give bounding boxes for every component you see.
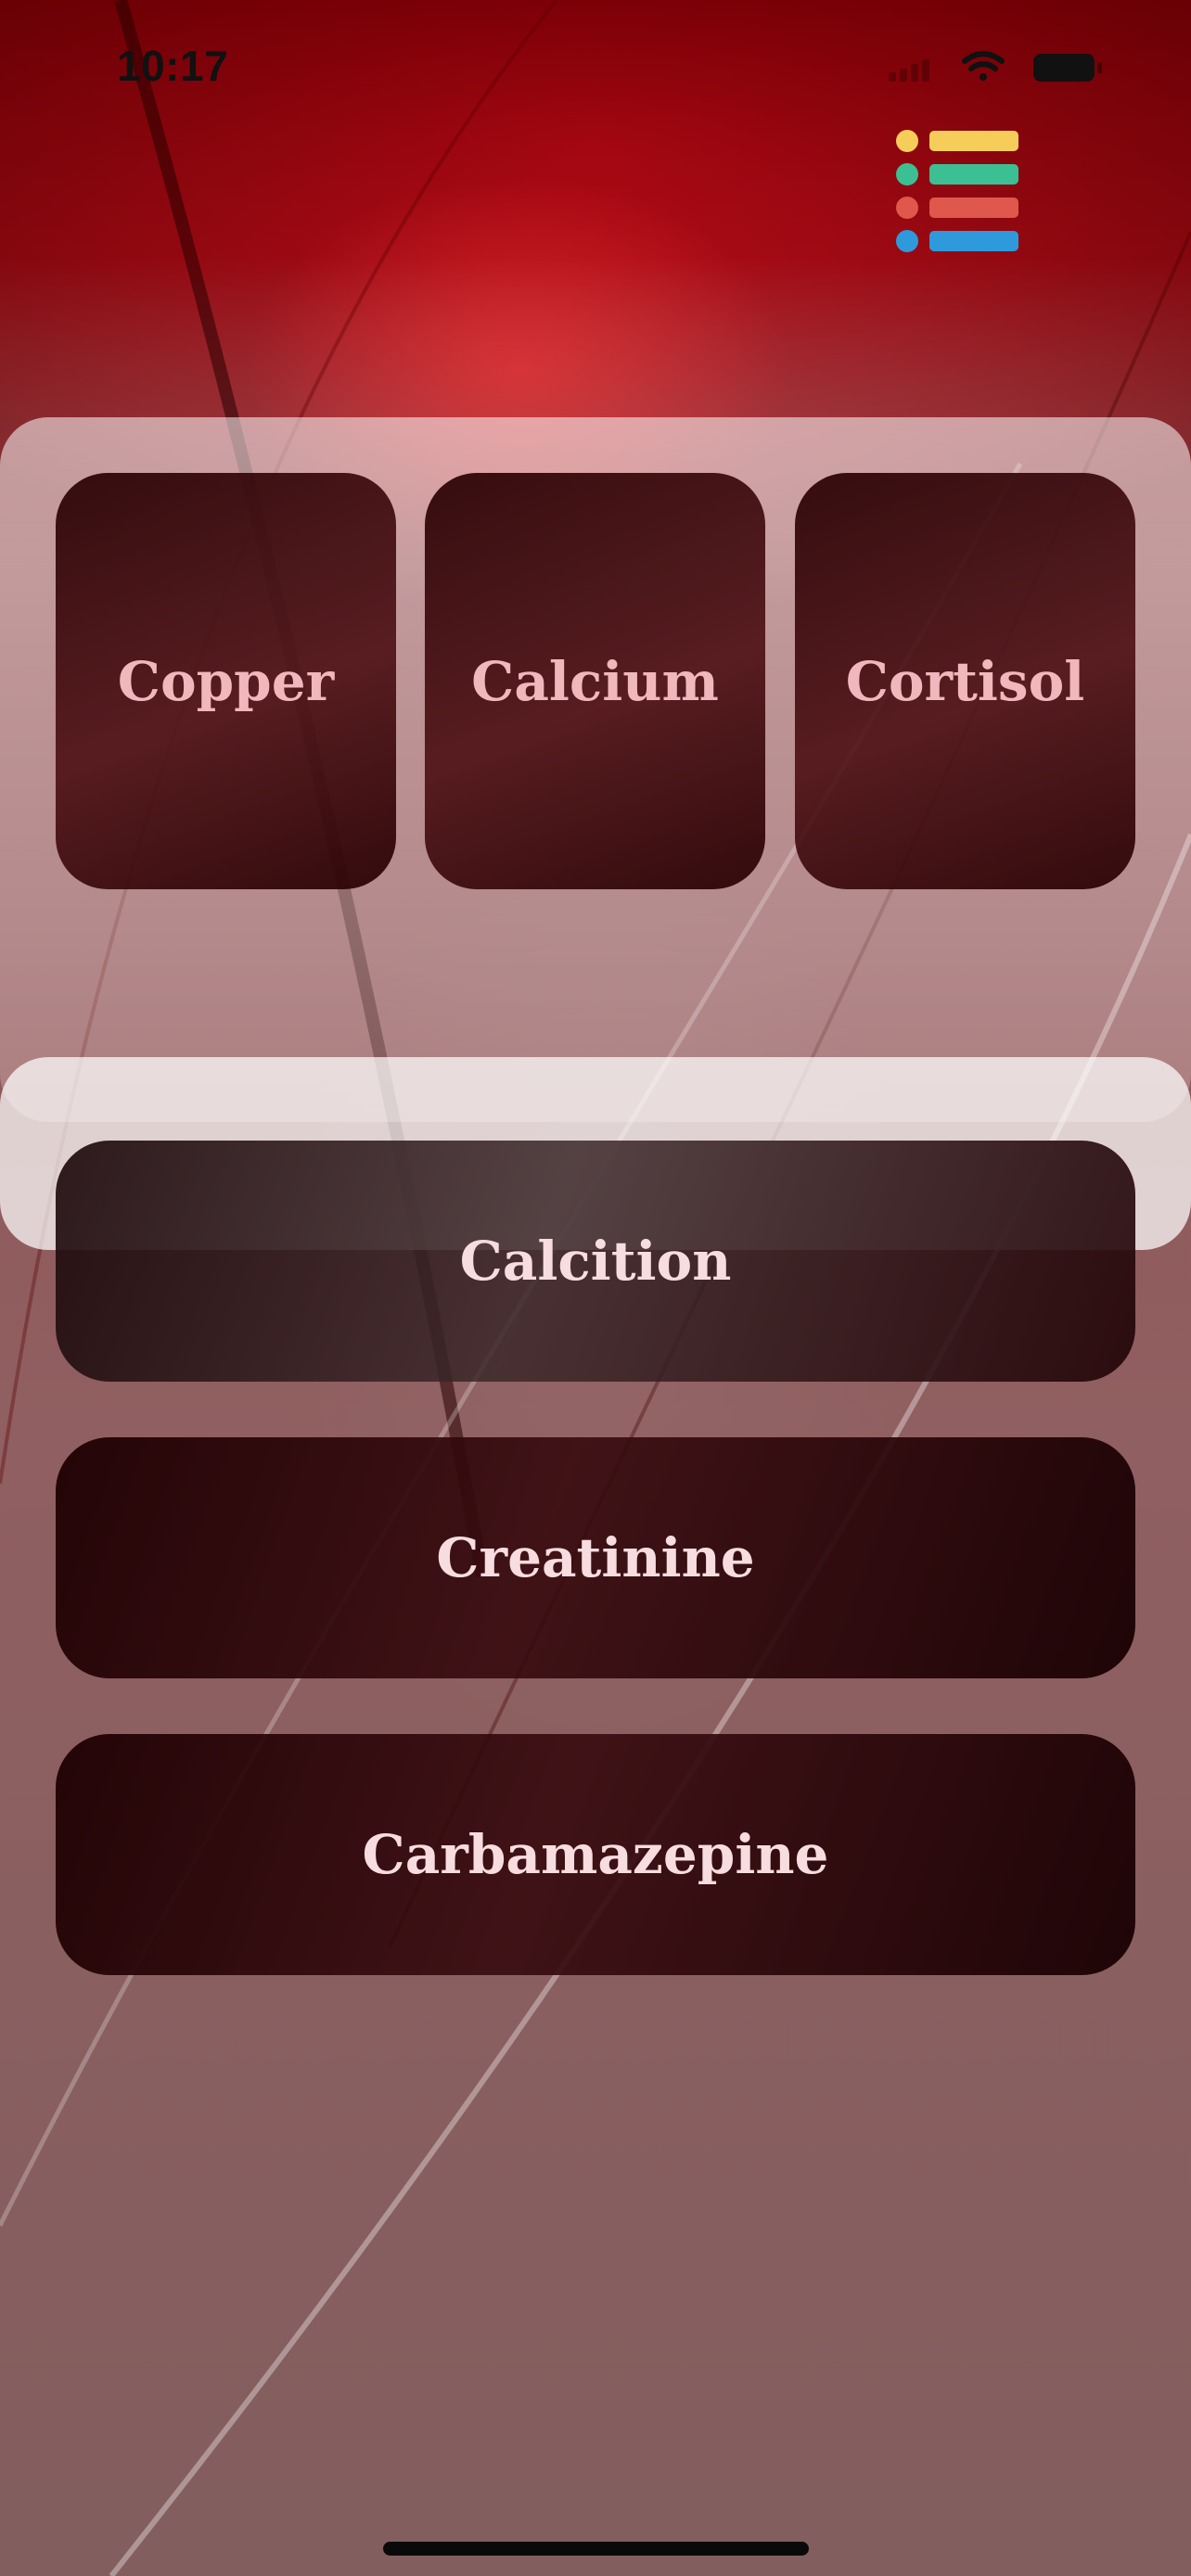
status-time: 10:17 xyxy=(117,42,229,90)
cellular-signal-icon xyxy=(889,59,929,82)
tile-label: Calcium xyxy=(471,649,719,713)
status-bar: 10:17 xyxy=(0,0,1191,130)
tile-label: Copper xyxy=(117,649,335,713)
tile-copper[interactable]: Copper xyxy=(56,473,396,889)
status-icons xyxy=(889,51,1102,82)
tile-label: Cortisol xyxy=(845,649,1085,713)
battery-icon xyxy=(1033,54,1102,82)
list-item-label: Creatinine xyxy=(436,1526,755,1589)
wifi-icon xyxy=(962,51,1005,81)
list-item-label: Carbamazepine xyxy=(362,1823,829,1886)
list-item-creatinine[interactable]: Creatinine xyxy=(56,1437,1135,1678)
tile-cortisol[interactable]: Cortisol xyxy=(795,473,1135,889)
home-indicator[interactable] xyxy=(383,2542,809,2556)
tile-calcium[interactable]: Calcium xyxy=(425,473,765,889)
colored-list-menu-icon[interactable] xyxy=(894,128,1020,254)
list-item-calcition[interactable]: Calcition xyxy=(56,1141,1135,1382)
list-item-label: Calcition xyxy=(459,1230,732,1293)
list-item-carbamazepine[interactable]: Carbamazepine xyxy=(56,1734,1135,1975)
